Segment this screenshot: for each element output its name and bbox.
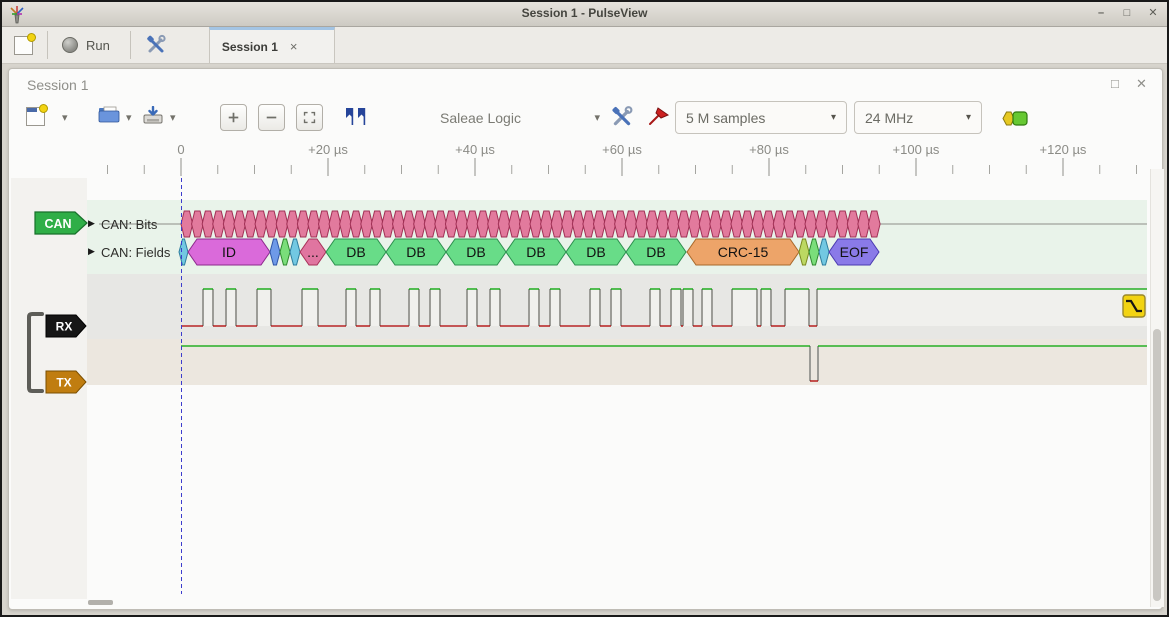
open-folder-icon	[98, 106, 120, 126]
session-subwindow: Session 1 □ ✕	[8, 68, 1163, 610]
add-decoder-button[interactable]	[994, 104, 1037, 136]
wrench-screwdriver-icon	[145, 34, 167, 57]
window-controls: – □ ✕	[1093, 5, 1161, 21]
new-dropdown-caret-icon[interactable]: ▾	[62, 113, 68, 123]
sample-count-label: 5 M samples	[686, 110, 765, 126]
toolbar-separator	[47, 31, 48, 59]
subwindow-close-button[interactable]: ✕	[1136, 76, 1147, 92]
decoder-row-label-bits[interactable]: CAN: Bits	[101, 217, 157, 232]
minimize-button[interactable]: –	[1093, 5, 1109, 21]
wrench-screwdriver-icon	[610, 105, 634, 130]
sample-rate-label: 24 MHz	[865, 110, 913, 126]
expander-icon[interactable]: ▶	[88, 218, 95, 229]
pulseview-window: Session 1 - PulseView – □ ✕ Run	[0, 0, 1169, 617]
sample-count-select[interactable]: 5 M samples ▾	[675, 101, 847, 134]
decoder-row-label-fields[interactable]: CAN: Fields	[101, 245, 170, 260]
run-button[interactable]: Run	[54, 29, 118, 61]
decoder-icon	[1002, 110, 1029, 130]
zoom-in-button[interactable]	[220, 104, 247, 131]
show-cursors-button[interactable]	[335, 102, 377, 134]
cursor-flags-icon	[343, 107, 369, 129]
new-file-icon	[26, 107, 45, 126]
title-bar: Session 1 - PulseView – □ ✕	[2, 2, 1167, 27]
device-settings-button[interactable]	[602, 101, 642, 133]
tab-label: Session 1	[222, 40, 278, 54]
plus-icon	[227, 110, 240, 125]
sample-rate-select[interactable]: 24 MHz ▾	[854, 101, 982, 134]
run-label: Run	[86, 38, 110, 53]
device-select[interactable]: Saleae Logic ▾	[432, 105, 600, 131]
settings-button[interactable]	[137, 29, 175, 61]
toolbar-separator	[130, 31, 131, 59]
run-state-icon	[62, 37, 78, 53]
expander-icon[interactable]: ▶	[88, 246, 95, 257]
open-dropdown-caret-icon[interactable]: ▾	[126, 113, 132, 123]
sample-count-caret-icon: ▾	[831, 112, 836, 123]
tab-session-1[interactable]: Session 1 ×	[209, 27, 335, 63]
horizontal-scrollbar-thumb[interactable]	[88, 600, 113, 605]
channels-probe-button[interactable]	[639, 101, 679, 133]
probe-icon	[647, 105, 671, 130]
maximize-button[interactable]: □	[1119, 5, 1135, 21]
tab-close-icon[interactable]: ×	[290, 39, 298, 54]
close-button[interactable]: ✕	[1145, 5, 1161, 21]
mdi-area: Session 1 □ ✕	[2, 64, 1167, 617]
new-session-file-button[interactable]	[18, 100, 53, 132]
subwindow-maximize-button[interactable]: □	[1111, 76, 1119, 91]
fit-corners-icon	[303, 109, 316, 126]
zoom-out-button[interactable]	[258, 104, 285, 131]
open-button[interactable]	[90, 100, 128, 132]
save-dropdown-caret-icon[interactable]: ▾	[170, 113, 176, 123]
new-session-icon	[14, 36, 33, 55]
window-title: Session 1 - PulseView	[2, 6, 1167, 20]
new-session-button[interactable]	[6, 29, 41, 61]
device-caret-icon: ▾	[594, 113, 600, 123]
sample-rate-caret-icon: ▾	[966, 112, 971, 123]
session-title: Session 1	[27, 77, 88, 93]
vertical-scrollbar-thumb[interactable]	[1153, 329, 1161, 601]
save-button[interactable]	[134, 100, 172, 132]
zoom-fit-button[interactable]	[296, 104, 323, 131]
minus-icon	[265, 110, 278, 125]
main-toolbar: Run Session 1 ×	[2, 27, 1167, 64]
device-label: Saleae Logic	[432, 110, 521, 126]
save-icon	[142, 106, 164, 127]
